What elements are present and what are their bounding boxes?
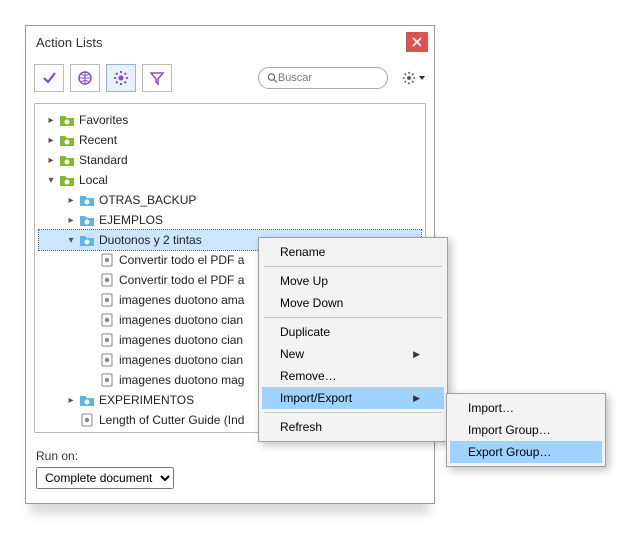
tree-item-otras-backup[interactable]: ▸ OTRAS_BACKUP	[39, 190, 421, 210]
tree-label: EXPERIMENTOS	[99, 393, 194, 407]
tree-item-recent[interactable]: ▸ Recent	[39, 130, 421, 150]
folder-green-icon	[59, 114, 75, 127]
tree-label: Duotonos y 2 tintas	[99, 233, 202, 247]
tree-item-favorites[interactable]: ▸ Favorites	[39, 110, 421, 130]
titlebar: Action Lists	[26, 26, 434, 58]
menu-rename[interactable]: Rename	[262, 241, 444, 263]
document-gear-icon	[80, 413, 94, 427]
folder-green-icon	[59, 134, 75, 147]
document-gear-icon	[100, 333, 114, 347]
tree-label: EJEMPLOS	[99, 213, 163, 227]
menu-new[interactable]: New▶	[262, 343, 444, 365]
globe-icon	[77, 70, 93, 86]
folder-blue-icon	[79, 234, 95, 247]
search-input[interactable]	[278, 72, 379, 84]
chevron-right-icon: ▸	[45, 115, 57, 126]
document-gear-icon	[100, 373, 114, 387]
folder-blue-icon	[79, 194, 95, 207]
document-gear-icon	[100, 313, 114, 327]
folder-green-icon	[59, 154, 75, 167]
chevron-right-icon: ▸	[65, 215, 77, 226]
chevron-down-icon: ▾	[45, 175, 57, 186]
gear-button[interactable]	[106, 64, 136, 92]
submenu-import[interactable]: Import…	[450, 397, 602, 419]
tree-label: OTRAS_BACKUP	[99, 193, 196, 207]
filter-icon	[149, 70, 165, 86]
tree-label: Favorites	[79, 113, 128, 127]
document-gear-icon	[100, 253, 114, 267]
tree-label: Convertir todo el PDF a	[119, 253, 244, 267]
tree-label: imagenes duotono ama	[119, 293, 244, 307]
chevron-down-icon	[418, 74, 426, 82]
search-box[interactable]	[258, 67, 388, 89]
gear-icon	[113, 70, 129, 86]
menu-separator	[264, 266, 442, 267]
gear-small-icon	[402, 71, 416, 85]
folder-green-icon	[59, 174, 75, 187]
chevron-right-icon: ▸	[65, 395, 77, 406]
run-on-select[interactable]: Complete document	[36, 467, 174, 489]
tree-label: Convertir todo el PDF a	[119, 273, 244, 287]
menu-separator	[264, 412, 442, 413]
submenu-import-group[interactable]: Import Group…	[450, 419, 602, 441]
close-button[interactable]	[406, 32, 428, 52]
tree-label: imagenes duotono cian	[119, 353, 243, 367]
chevron-down-icon: ▾	[65, 235, 77, 246]
window-title: Action Lists	[36, 35, 102, 50]
run-on-label: Run on:	[36, 449, 424, 463]
chevron-right-icon: ▶	[413, 393, 420, 404]
tree-label: imagenes duotono mag	[119, 373, 244, 387]
menu-move-up[interactable]: Move Up	[262, 270, 444, 292]
tree-label: imagenes duotono cian	[119, 313, 243, 327]
tree-item-standard[interactable]: ▸ Standard	[39, 150, 421, 170]
tree-label: Standard	[79, 153, 128, 167]
settings-menu-button[interactable]	[402, 71, 426, 85]
chevron-right-icon: ▸	[45, 135, 57, 146]
menu-refresh[interactable]: Refresh	[262, 416, 444, 438]
document-gear-icon	[100, 273, 114, 287]
context-menu: Rename Move Up Move Down Duplicate New▶ …	[258, 237, 448, 442]
search-icon	[267, 72, 278, 84]
chevron-right-icon: ▸	[45, 155, 57, 166]
tree-item-ejemplos[interactable]: ▸ EJEMPLOS	[39, 210, 421, 230]
tree-label: Length of Cutter Guide (Ind	[99, 413, 244, 427]
tree-label: Recent	[79, 133, 117, 147]
menu-import-export[interactable]: Import/Export▶	[262, 387, 444, 409]
check-icon	[41, 70, 57, 86]
chevron-right-icon: ▸	[65, 195, 77, 206]
menu-separator	[264, 317, 442, 318]
action-lists-window: Action Lists ▸ Favorites	[25, 25, 435, 504]
document-gear-icon	[100, 353, 114, 367]
submenu-export-group[interactable]: Export Group…	[450, 441, 602, 463]
folder-blue-icon	[79, 394, 95, 407]
filter-button[interactable]	[142, 64, 172, 92]
tree-label: Local	[79, 173, 108, 187]
tree-label: imagenes duotono cian	[119, 333, 243, 347]
tree-item-local[interactable]: ▾ Local	[39, 170, 421, 190]
document-gear-icon	[100, 293, 114, 307]
close-icon	[412, 37, 422, 47]
menu-move-down[interactable]: Move Down	[262, 292, 444, 314]
menu-duplicate[interactable]: Duplicate	[262, 321, 444, 343]
folder-blue-icon	[79, 214, 95, 227]
import-export-submenu: Import… Import Group… Export Group…	[446, 393, 606, 467]
check-button[interactable]	[34, 64, 64, 92]
chevron-right-icon: ▶	[413, 349, 420, 360]
globe-button[interactable]	[70, 64, 100, 92]
toolbar	[26, 58, 434, 99]
menu-remove[interactable]: Remove…	[262, 365, 444, 387]
run-on-section: Run on: Complete document	[26, 441, 434, 503]
